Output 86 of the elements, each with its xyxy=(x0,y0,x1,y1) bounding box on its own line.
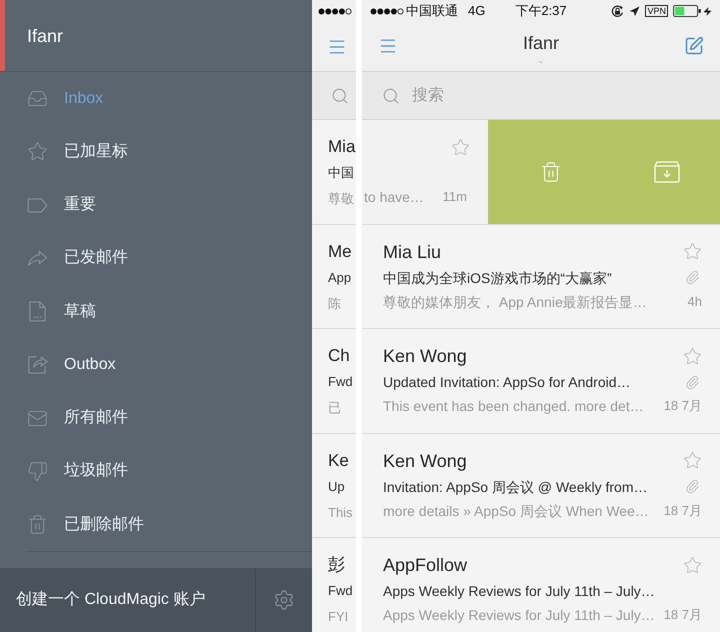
email-subject: 中国 xyxy=(328,164,355,182)
settings-icon xyxy=(273,589,295,611)
network-type: 4G xyxy=(468,3,486,19)
archive-button[interactable] xyxy=(614,120,720,224)
sidebar-item[interactable]: 草稿 xyxy=(0,285,312,338)
email-preview: 尊敬 xyxy=(328,190,355,208)
sidebar-item[interactable]: Outbox xyxy=(0,338,312,392)
star-icon[interactable] xyxy=(683,346,702,366)
email-subject: 中国成为全球iOS游戏市场的“大赢家” xyxy=(383,268,613,288)
email-row[interactable]: Ch Fwd 已 xyxy=(312,329,356,434)
sender-name: AppFollow xyxy=(383,554,468,577)
document-icon xyxy=(29,301,46,322)
email-time: 11m xyxy=(442,188,468,206)
email-preview: FYI xyxy=(328,608,350,626)
email-preview: more details » AppSo 周会议 When Wee… xyxy=(383,502,650,521)
email-preview: to have… xyxy=(364,188,425,207)
archive-tray-icon xyxy=(654,160,680,183)
email-subject: Up xyxy=(328,478,346,496)
delete-button[interactable] xyxy=(488,120,614,224)
email-subject: Fwd xyxy=(328,582,354,600)
sidebar-item[interactable]: 重要 xyxy=(0,178,312,232)
rotation-lock-icon xyxy=(611,4,624,18)
active-account-bar xyxy=(0,0,5,71)
email-preview: 陈 xyxy=(328,294,342,312)
search-field[interactable]: 搜索 xyxy=(362,72,720,120)
email-row[interactable]: Ke Up This xyxy=(312,434,356,538)
thumbs-down-icon xyxy=(27,460,48,482)
search-icon xyxy=(382,87,400,105)
account-name[interactable]: Ifanr xyxy=(27,24,64,48)
search-icon xyxy=(331,86,349,104)
sender-name: Ke xyxy=(328,450,350,472)
carrier-name: 中国联通 xyxy=(406,3,458,19)
email-row[interactable]: Ken Wong Invitation: AppSo 周会议 @ Weekly from… more details » AppSo 周会议 When Wee… 18 7月 xyxy=(362,434,720,538)
email-subject: Updated Invitation: AppSo for Android… xyxy=(383,373,632,392)
star-icon[interactable] xyxy=(451,138,470,156)
sender-name: Ch xyxy=(328,345,351,367)
sender-name: Mia Liu xyxy=(383,240,442,264)
sidebar-item[interactable]: 已加星标 xyxy=(0,125,312,178)
email-row[interactable]: Me App 陈 xyxy=(312,224,356,329)
sender-name: Mia xyxy=(328,136,356,158)
clock-time: 下午2:37 xyxy=(515,3,567,19)
sidebar-item[interactable]: 所有邮件 xyxy=(0,392,312,445)
compose-button[interactable] xyxy=(684,36,704,56)
email-subject: App xyxy=(328,268,352,287)
email-row[interactable]: Mia 中国 尊敬 xyxy=(312,120,356,224)
label-icon xyxy=(27,198,48,213)
star-icon[interactable] xyxy=(683,242,702,261)
email-row[interactable]: AppFollow Apps Weekly Reviews for July 11th – July… Apps Weekly Reviews for July 11th – July… 18 7月 xyxy=(362,538,720,632)
sidebar-item[interactable]: 已发邮件 xyxy=(0,232,312,285)
email-preview: Apps Weekly Reviews for July 11th – July… xyxy=(383,606,656,625)
email-subject: Invitation: AppSo 周会议 @ Weekly from… xyxy=(383,478,648,497)
email-time: 18 7月 xyxy=(664,502,702,520)
sender-name: 彭 xyxy=(328,554,346,576)
sender-name: Me xyxy=(328,240,353,262)
box-arrow-icon xyxy=(27,354,48,376)
email-row[interactable]: Mia Liu 中国成为全球iOS游戏市场的“大赢家” 尊敬的媒体朋友， App Annie最新报告显… 4h xyxy=(362,224,720,329)
battery-icon xyxy=(673,5,701,17)
sender-name: Ken Wong xyxy=(383,345,468,368)
sidebar-item[interactable]: 已删除邮件 xyxy=(0,498,312,552)
curved-arrow-icon xyxy=(27,250,48,267)
email-time: 4h xyxy=(688,292,702,310)
email-row[interactable]: 彭 Fwd FYI xyxy=(312,538,356,632)
email-subject: Apps Weekly Reviews for July 11th – July… xyxy=(383,582,656,601)
email-preview: This xyxy=(328,504,354,522)
email-preview: This event has been changed. more det… xyxy=(383,397,645,416)
trash-icon xyxy=(27,514,48,536)
email-preview: 尊敬的媒体朋友， App Annie最新报告显… xyxy=(383,292,648,312)
sender-name: Ken Wong xyxy=(383,450,468,472)
email-row[interactable]: Ken Wong Updated Invitation: AppSo for Android… This event has been changed. more det… 18 7月 xyxy=(362,329,720,434)
signal-dots-icon xyxy=(318,8,352,14)
star-icon[interactable] xyxy=(683,451,702,470)
vpn-indicator: VPN xyxy=(645,5,668,17)
charging-bolt-icon xyxy=(703,6,712,16)
email-preview: 已 xyxy=(328,399,342,417)
email-subject: Fwd xyxy=(328,373,354,391)
star-icon[interactable] xyxy=(683,556,702,574)
trash-icon xyxy=(540,160,562,184)
sidebar-item[interactable]: 垃圾邮件 xyxy=(0,444,312,498)
compose-icon xyxy=(684,36,704,56)
signal-dots-icon xyxy=(370,8,404,14)
account-switcher[interactable]: Ifanr xyxy=(522,22,560,66)
create-account-link[interactable]: 创建一个 CloudMagic 账户 xyxy=(16,588,206,612)
location-arrow-icon xyxy=(629,6,640,16)
star-icon xyxy=(27,141,48,162)
email-time: 18 7月 xyxy=(664,397,702,415)
email-time: 18 7月 xyxy=(664,606,702,624)
